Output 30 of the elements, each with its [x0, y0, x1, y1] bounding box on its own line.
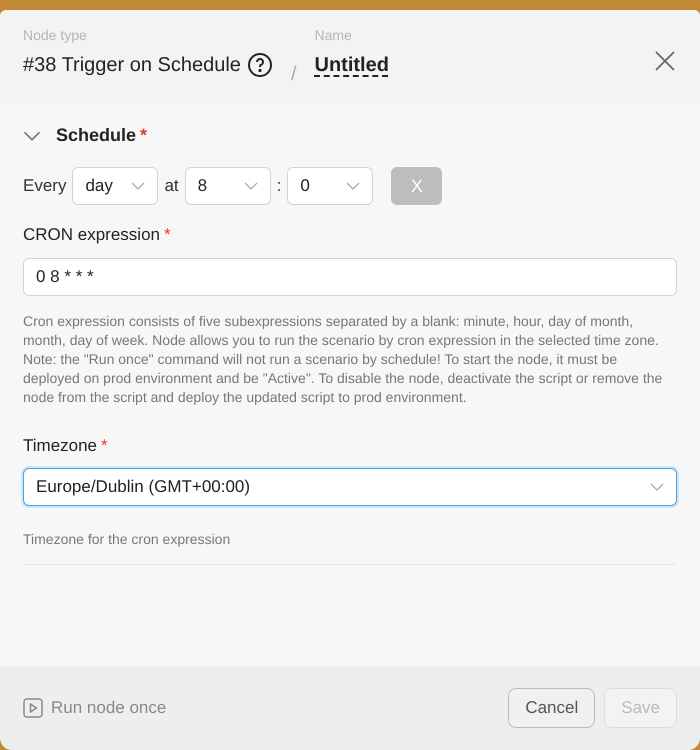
separator: / — [290, 62, 296, 87]
timezone-label: Timezone — [23, 434, 98, 456]
chevron-down-icon — [650, 483, 664, 491]
cron-label: CRON expression — [23, 224, 160, 246]
every-label: Every — [23, 175, 66, 198]
cron-input[interactable]: 0 8 * * * — [23, 258, 677, 296]
required-asterisk: * — [140, 124, 148, 147]
node-name[interactable]: Untitled — [314, 50, 389, 80]
at-label: at — [164, 175, 179, 198]
chevron-down-icon — [244, 182, 258, 190]
timezone-help-text: Timezone for the cron expression — [23, 529, 677, 565]
colon-label: : — [276, 175, 282, 198]
minute-select[interactable]: 0 — [287, 167, 374, 205]
close-icon[interactable] — [655, 51, 675, 71]
play-icon — [23, 698, 43, 718]
cron-help-text: Cron expression consists of five subexpressions separated by a blank: minute, hour, day of month, month, day of week. Node allows you to run the scenario by cron expression in the selected time zone. Note: the "Run once" command will not run a scenario by schedule! To start the node, it must be deployed on prod environment and be "Active". To disable the node, deactivate the script or remove the node from the script and deploy the updated script to prod environment. — [23, 312, 664, 406]
chevron-down-icon — [131, 182, 146, 190]
cancel-button[interactable]: Cancel — [508, 688, 596, 728]
help-icon[interactable] — [246, 52, 273, 78]
required-asterisk: * — [101, 434, 108, 456]
required-asterisk: * — [164, 224, 171, 246]
node-type-label: Node type — [23, 26, 88, 45]
period-select[interactable]: day — [72, 167, 158, 205]
name-label: Name — [314, 26, 353, 45]
section-title[interactable]: Schedule — [56, 122, 136, 149]
timezone-select[interactable]: Europe/Dublin (GMT+00:00) — [23, 468, 677, 506]
chevron-down-icon — [346, 182, 360, 190]
hour-select[interactable]: 8 — [184, 167, 271, 205]
node-type-title: #38 Trigger on Schedule — [23, 53, 241, 78]
chevron-down-icon — [23, 130, 41, 140]
